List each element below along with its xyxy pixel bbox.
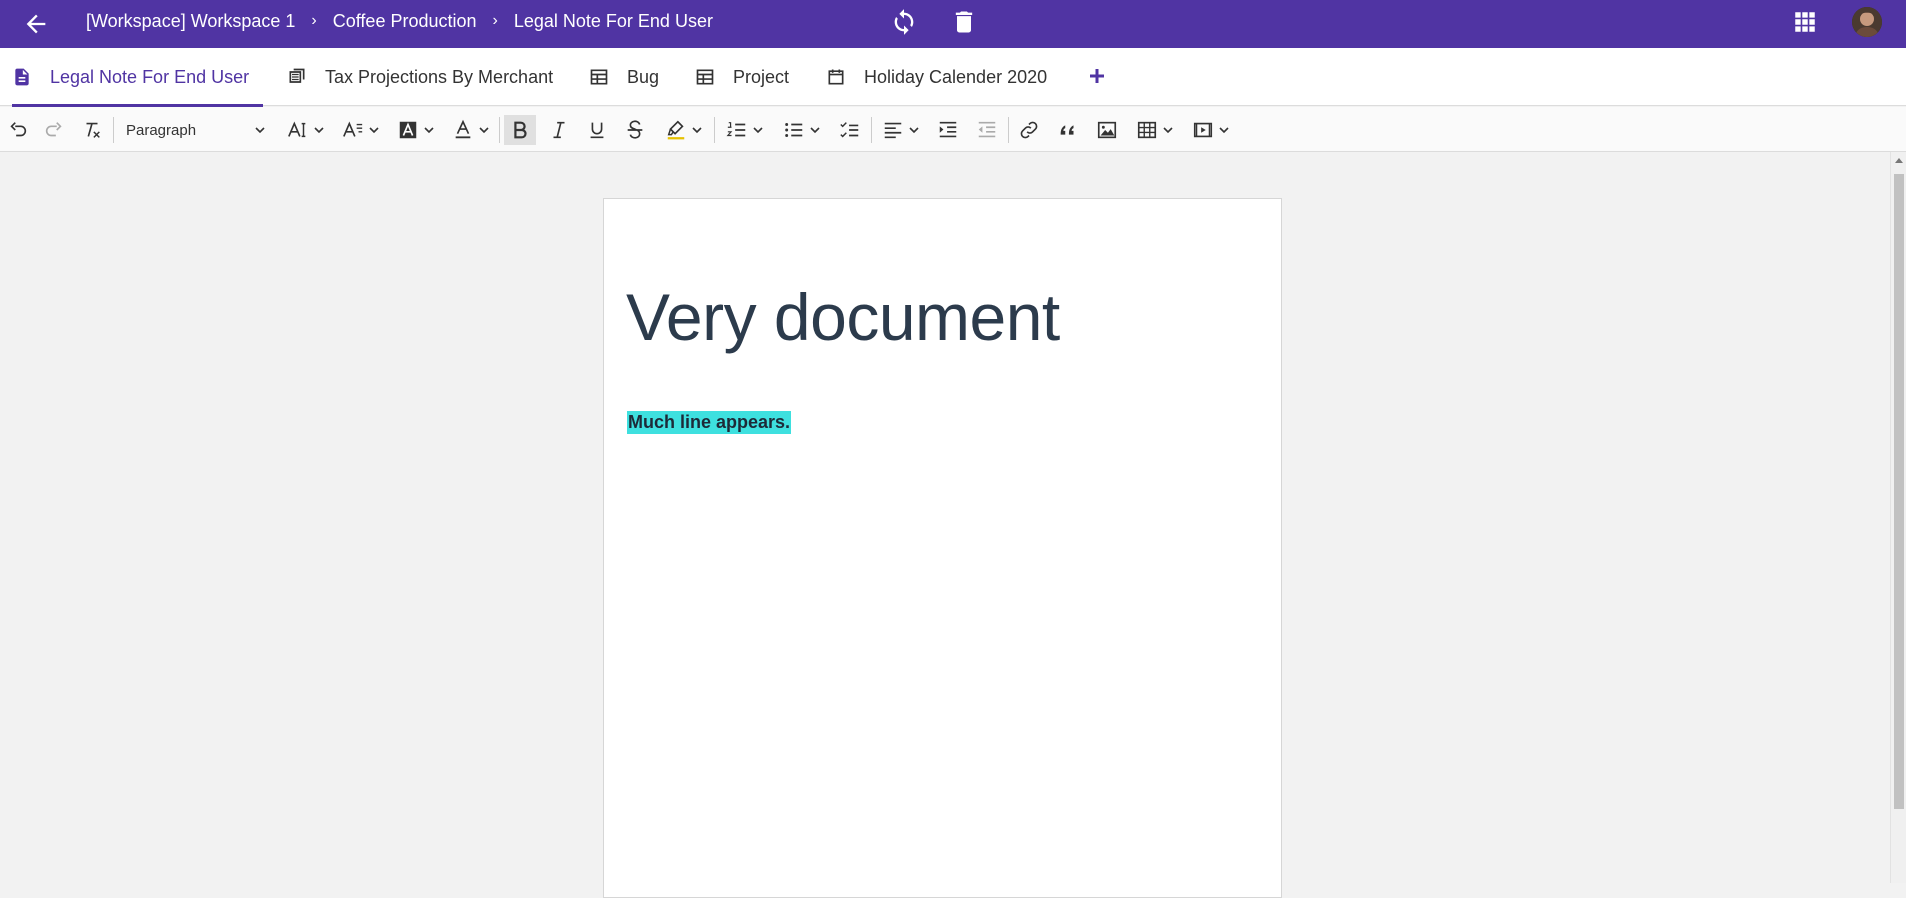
background-color-button[interactable] [394, 115, 438, 145]
strikethrough-icon[interactable] [620, 115, 650, 145]
document-icon [15, 68, 29, 86]
paragraph-style-select[interactable]: Paragraph [126, 115, 270, 145]
bulleted-list-button[interactable] [777, 115, 827, 145]
indent-icon[interactable] [933, 115, 963, 145]
undo-icon[interactable] [4, 115, 32, 145]
font-size-button[interactable] [284, 115, 328, 145]
underline-icon[interactable] [582, 115, 612, 145]
background-color-icon [399, 121, 417, 139]
chevron-down-icon [369, 127, 379, 134]
insert-media-button[interactable] [1187, 115, 1235, 145]
toolbar-divider [714, 117, 715, 143]
breadcrumb-document: Legal Note For End User [513, 10, 713, 31]
toolbar-divider [1008, 117, 1009, 143]
table-icon [696, 69, 714, 85]
chevron-down-icon [479, 127, 489, 134]
scroll-up-arrow-icon[interactable] [1894, 156, 1904, 164]
back-arrow-icon[interactable] [22, 10, 50, 38]
media-icon [1193, 122, 1213, 138]
numbered-list-button[interactable] [720, 115, 770, 145]
trash-icon[interactable] [950, 8, 978, 36]
tab-tax-projections[interactable]: Tax Projections By Merchant [287, 48, 553, 106]
insert-table-button[interactable] [1131, 115, 1179, 145]
chevron-down-icon [424, 127, 434, 134]
top-bar: [Workspace] Workspace 1 › Coffee Product… [0, 0, 1906, 48]
bulleted-list-icon [785, 123, 803, 137]
vertical-scrollbar[interactable] [1890, 152, 1906, 883]
layers-icon [289, 68, 305, 83]
paragraph-style-value: Paragraph [126, 121, 197, 139]
chevron-down-icon [314, 127, 324, 134]
checklist-icon[interactable] [835, 115, 865, 145]
tab-label: Holiday Calender 2020 [864, 66, 1048, 87]
chevron-down-icon [810, 127, 820, 134]
tab-label: Tax Projections By Merchant [325, 66, 554, 87]
breadcrumb-project[interactable]: Coffee Production [333, 11, 477, 32]
breadcrumb-separator: › [492, 12, 498, 29]
bold-icon[interactable] [504, 115, 536, 145]
font-size-icon [288, 121, 306, 138]
tab-bug[interactable]: Bug [589, 48, 659, 106]
tab-label: Project [733, 66, 790, 87]
toolbar-divider [871, 117, 872, 143]
document-page[interactable]: Very document Much line appears. [603, 198, 1282, 898]
italic-icon[interactable] [544, 115, 574, 145]
toolbar-divider [113, 117, 114, 143]
avatar[interactable] [1852, 7, 1882, 37]
font-color-button[interactable] [449, 115, 493, 145]
blockquote-icon[interactable] [1053, 115, 1083, 145]
alignment-button[interactable] [877, 115, 925, 145]
tab-legal-note[interactable]: Legal Note For End User [12, 48, 264, 107]
chevron-down-icon [1219, 127, 1229, 134]
highlighter-icon [667, 120, 685, 140]
highlighted-paragraph[interactable]: Much line appears. [627, 411, 792, 434]
clear-formatting-icon[interactable] [78, 115, 106, 145]
font-color-icon [455, 119, 471, 139]
table-icon [590, 69, 608, 85]
font-family-button[interactable] [339, 115, 383, 145]
breadcrumb-separator: › [311, 12, 317, 29]
align-left-icon [884, 122, 902, 139]
chevron-down-icon [692, 127, 702, 134]
breadcrumb-workspace[interactable]: [Workspace] Workspace 1 [86, 11, 295, 32]
editor-canvas: Very document Much line appears. [0, 152, 1890, 898]
toolbar-divider [499, 117, 500, 143]
link-icon[interactable] [1014, 115, 1044, 145]
outdent-icon[interactable] [972, 115, 1002, 145]
calendar-icon [828, 69, 844, 85]
tab-project[interactable]: Project [695, 48, 789, 106]
table-icon [1137, 121, 1157, 139]
image-icon[interactable] [1092, 115, 1122, 145]
document-title[interactable]: Very document [626, 279, 1060, 355]
tab-holiday-calendar[interactable]: Holiday Calender 2020 [826, 48, 1047, 106]
chevron-down-icon [753, 127, 763, 134]
chevron-down-icon [1163, 127, 1173, 134]
font-family-icon [343, 121, 363, 137]
tab-label: Bug [627, 66, 660, 87]
breadcrumb: [Workspace] Workspace 1 › Coffee Product… [86, 0, 713, 42]
redo-icon[interactable] [40, 115, 68, 145]
chevron-down-icon [909, 127, 919, 134]
numbered-list-icon [726, 122, 746, 137]
editor-toolbar: Paragraph [0, 107, 1906, 152]
apps-grid-icon[interactable] [1792, 9, 1818, 35]
sync-icon[interactable] [890, 8, 918, 36]
tab-label: Legal Note For End User [50, 66, 250, 87]
add-tab-icon[interactable] [1087, 66, 1107, 86]
chevron-down-icon [255, 127, 265, 134]
highlight-button[interactable] [660, 115, 708, 145]
tab-bar: Legal Note For End User Tax Projections … [0, 48, 1906, 107]
scroll-thumb[interactable] [1894, 174, 1904, 809]
